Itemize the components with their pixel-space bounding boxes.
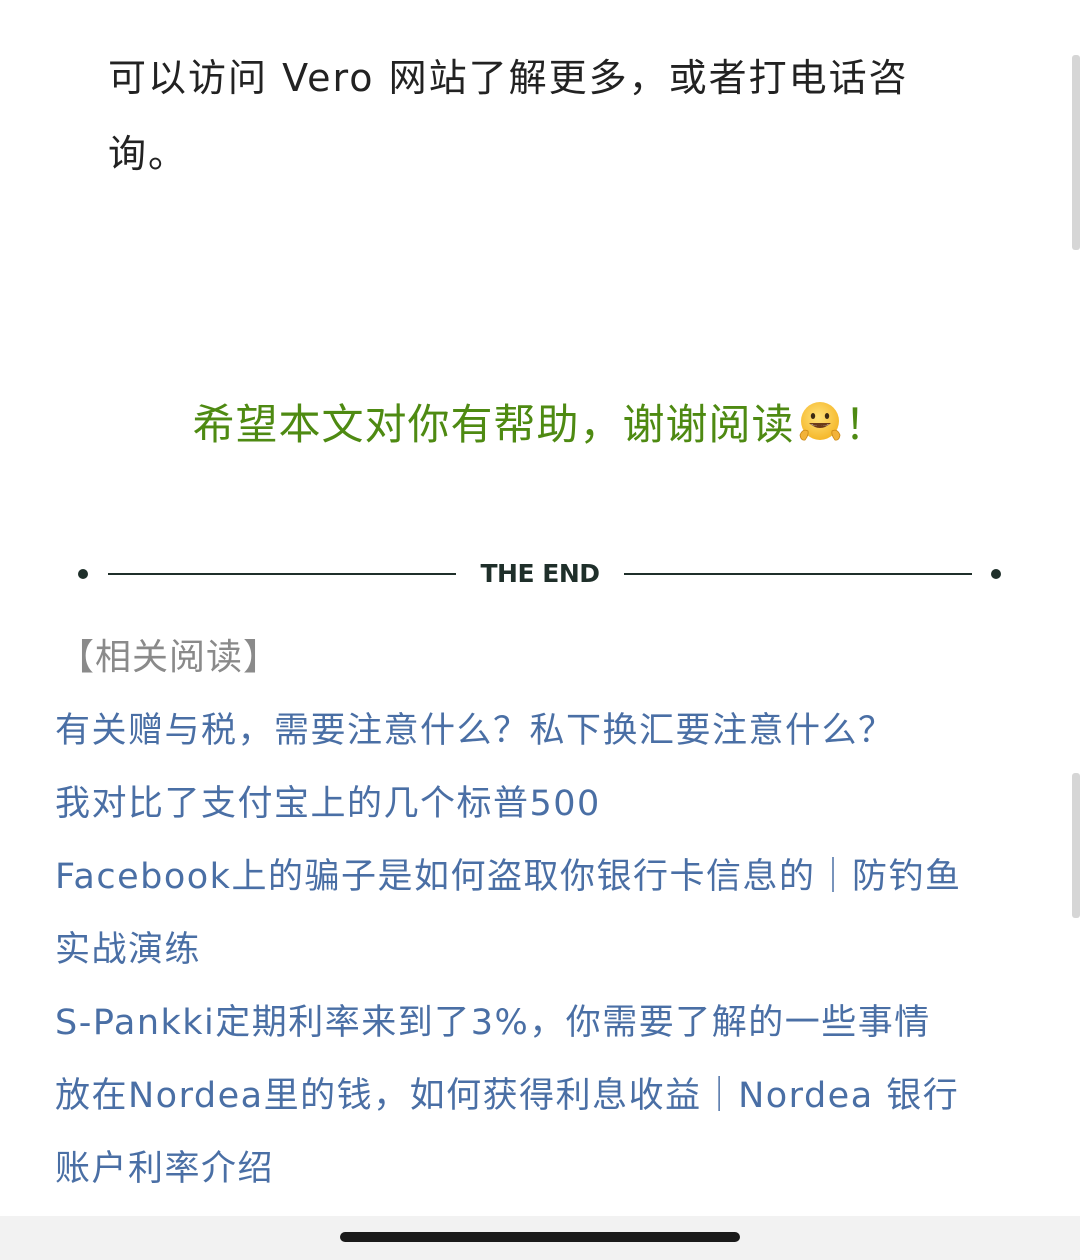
related-link-text: S-Pankki定期利率来到了3%，你需要了解的一些事情 (55, 1003, 931, 1043)
related-link[interactable]: 放在Nordea里的钱，如何获得利息收益｜Nordea 银行 账户利率介绍 (55, 1060, 1035, 1206)
system-navigation-bar (0, 1216, 1080, 1260)
related-link-text: 放在Nordea里的钱，如何获得利息收益｜Nordea 银行 (55, 1076, 960, 1116)
scrollbar-thumb-bottom[interactable] (1072, 773, 1080, 918)
related-link-text: 账户利率介绍 (55, 1149, 275, 1189)
divider-line-left (108, 573, 456, 575)
related-link-text: Facebook上的骗子是如何盗取你银行卡信息的｜防钓鱼 (55, 857, 962, 897)
closing-message: 希望本文对你有帮助，谢谢阅读 ！ (0, 392, 1080, 458)
the-end-divider: THE END (0, 552, 1080, 596)
related-link-text: 实战演练 (55, 930, 202, 970)
home-indicator-handle[interactable] (340, 1232, 740, 1242)
article-paragraph: 可以访问 Vero 网站了解更多，或者打电话咨 询。 (108, 40, 988, 192)
related-reading-list: 有关赠与税，需要注意什么？私下换汇要注意什么？ 我对比了支付宝上的几个标普500… (55, 695, 1035, 1206)
paragraph-line: 可以访问 Vero 网站了解更多，或者打电话咨 (108, 56, 909, 100)
related-link[interactable]: Facebook上的骗子是如何盗取你银行卡信息的｜防钓鱼 实战演练 (55, 841, 1035, 987)
grinning-face-emoji-icon (797, 398, 843, 444)
divider-dot-left (78, 569, 88, 579)
related-link[interactable]: 有关赠与税，需要注意什么？私下换汇要注意什么？ (55, 695, 1035, 768)
divider-line-right (624, 573, 972, 575)
related-link-text: 我对比了支付宝上的几个标普500 (55, 784, 601, 824)
paragraph-line: 询。 (108, 132, 189, 176)
related-reading-header: 【相关阅读】 (58, 637, 281, 678)
divider-dot-right (991, 569, 1001, 579)
closing-punctuation: ！ (844, 400, 888, 449)
scrollbar-thumb-top[interactable] (1072, 55, 1080, 250)
related-link-text: 有关赠与税，需要注意什么？私下换汇要注意什么？ (55, 711, 895, 751)
the-end-label: THE END (480, 559, 600, 588)
related-link[interactable]: 我对比了支付宝上的几个标普500 (55, 768, 1035, 841)
related-link[interactable]: S-Pankki定期利率来到了3%，你需要了解的一些事情 (55, 987, 1035, 1060)
article-page: 可以访问 Vero 网站了解更多，或者打电话咨 询。 希望本文对你有帮助，谢谢阅… (0, 0, 1080, 1260)
closing-text: 希望本文对你有帮助，谢谢阅读 (192, 400, 795, 449)
